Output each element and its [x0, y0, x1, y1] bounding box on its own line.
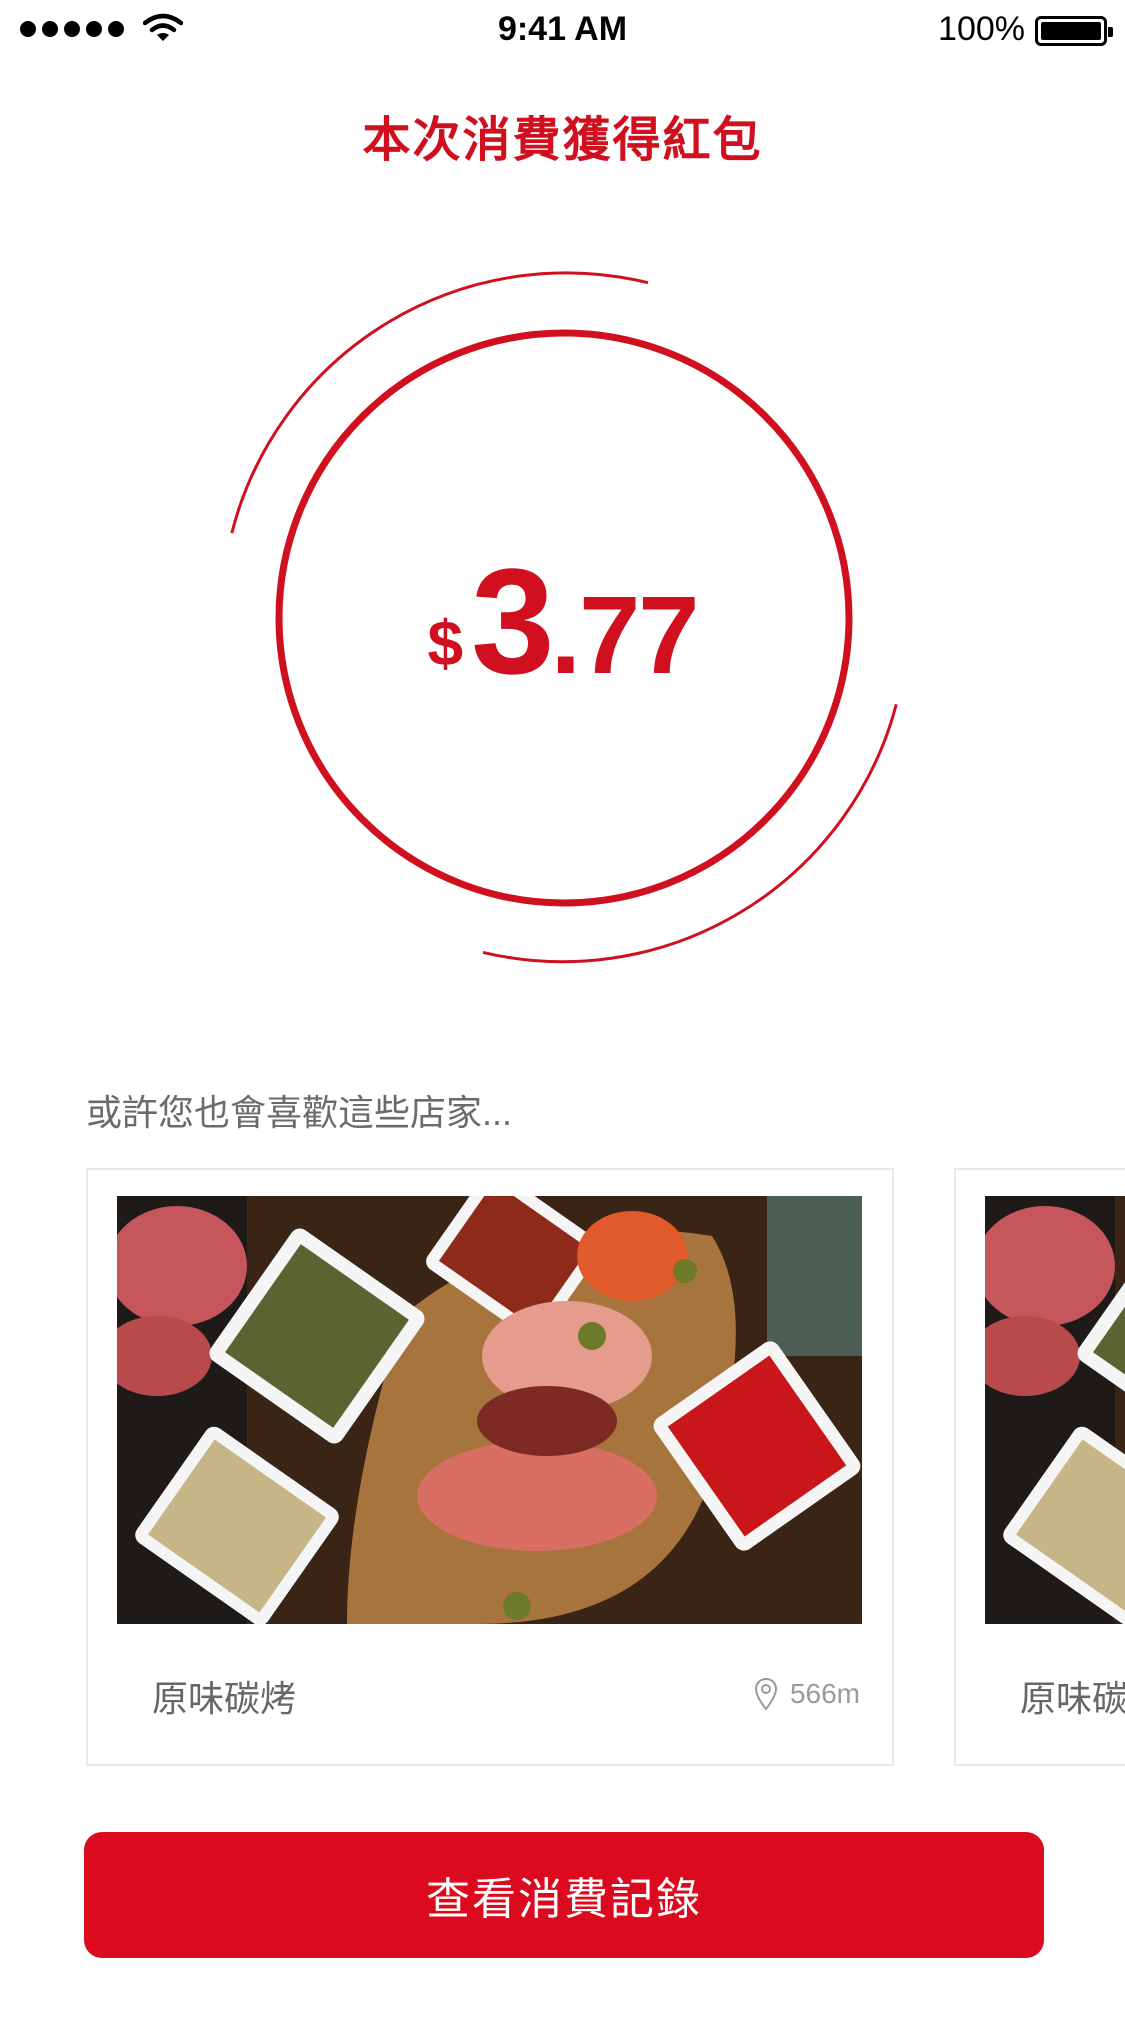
battery-icon [1035, 16, 1113, 46]
status-bar: 9:41 AM 100% [0, 0, 1125, 62]
store-card[interactable]: 原味碳烤 [954, 1168, 1125, 1766]
store-name: 原味碳烤 [1020, 1678, 1125, 1719]
store-distance: 566m [754, 1677, 860, 1711]
store-name: 原味碳烤 [152, 1678, 297, 1719]
battery-percentage: 100% [938, 10, 1025, 48]
reward-amount: $3.77 [0, 535, 1125, 708]
store-photo [117, 1196, 862, 1624]
view-history-button[interactable]: 查看消費記錄 [84, 1832, 1044, 1958]
recommend-title: 或許您也會喜歡這些店家... [86, 1092, 513, 1133]
amount-decimal: .77 [550, 574, 700, 697]
store-photo [985, 1196, 1125, 1624]
location-pin-icon [754, 1677, 777, 1711]
screen: 9:41 AM 100% 本次消費獲得紅包 $3.77 或許您也會喜歡這些店家.… [0, 0, 1125, 2022]
amount-integer: 3 [471, 537, 554, 705]
store-card[interactable]: 原味碳烤 566m [86, 1168, 894, 1766]
distance-value: 566m [789, 1678, 860, 1709]
page-title: 本次消費獲得紅包 [362, 114, 763, 167]
currency-symbol: $ [427, 607, 464, 679]
